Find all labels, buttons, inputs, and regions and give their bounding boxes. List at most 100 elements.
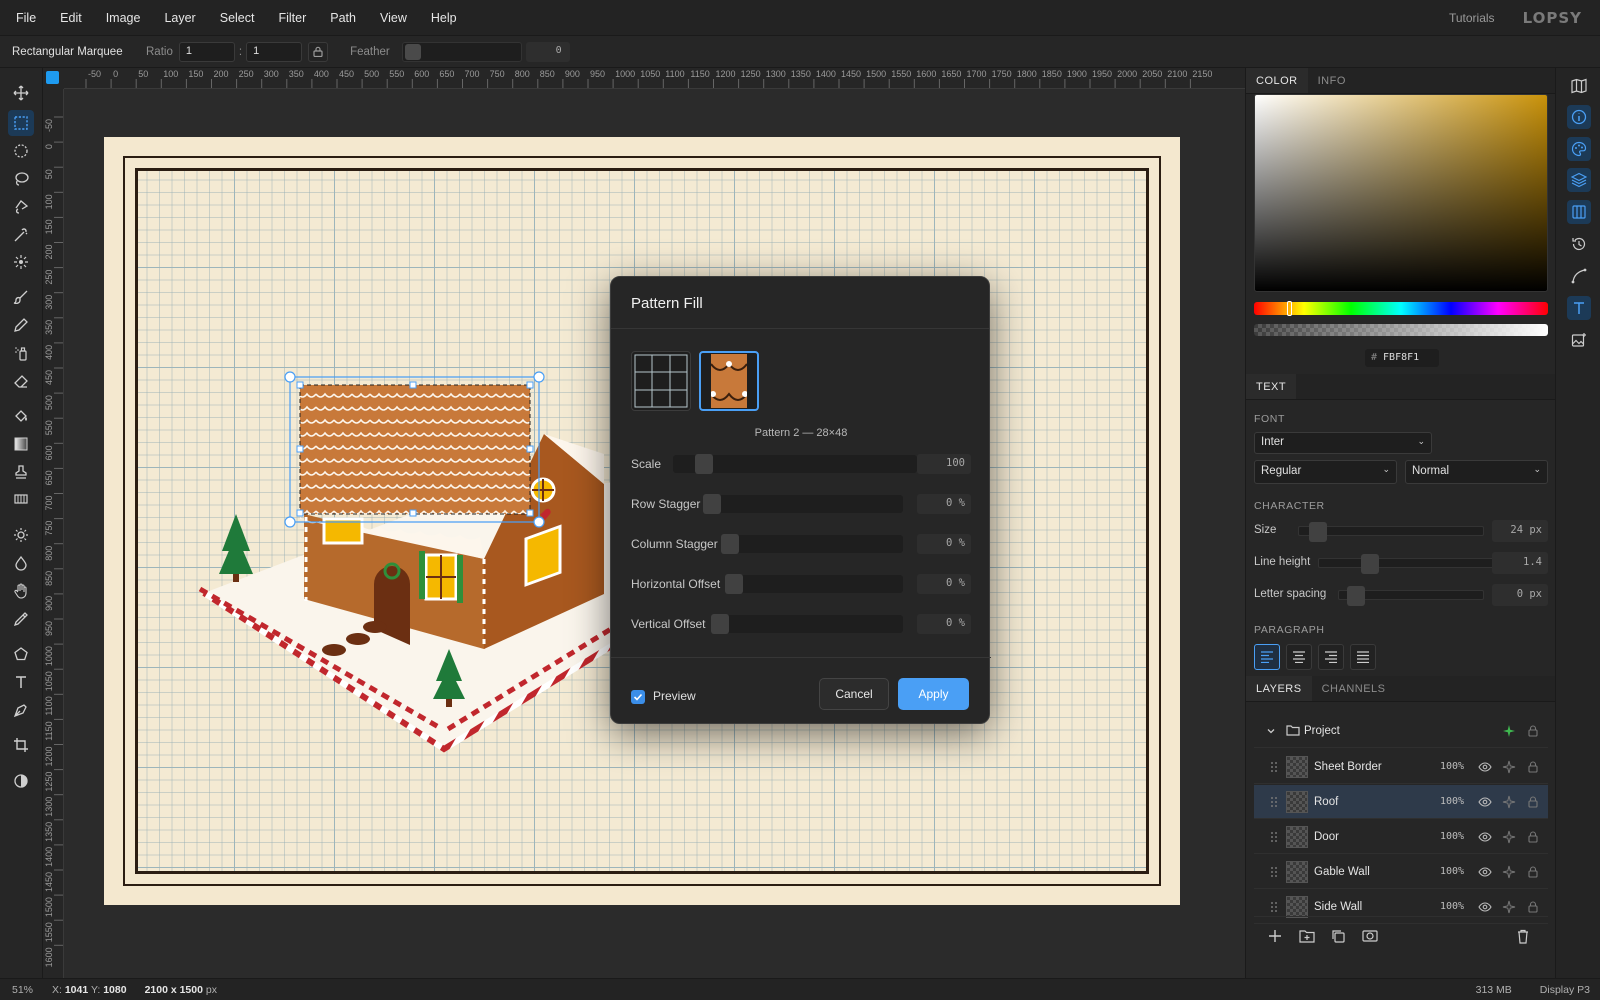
fx-sparkle-icon[interactable] (1502, 900, 1516, 914)
row-stagger-slider[interactable] (703, 494, 903, 514)
layer-group-row[interactable]: Project (1254, 714, 1548, 748)
fx-sparkle-icon[interactable] (1502, 760, 1516, 774)
drag-handle-icon[interactable] (1270, 866, 1278, 878)
move-tool[interactable] (8, 80, 34, 106)
rectangular-marquee-tool[interactable] (8, 110, 34, 136)
preview-checkbox[interactable] (631, 690, 645, 704)
layer-opacity[interactable]: 100% (1440, 866, 1464, 877)
rail-info-button[interactable] (1567, 105, 1591, 129)
lock-icon[interactable] (1526, 724, 1540, 738)
feather-slider[interactable] (401, 41, 522, 62)
blur-tool[interactable] (8, 550, 34, 576)
column-stagger-slider-thumb[interactable] (721, 534, 739, 554)
cancel-button[interactable]: Cancel (819, 678, 889, 710)
dodge-tool[interactable] (8, 522, 34, 548)
rail-image-button[interactable] (1567, 328, 1591, 352)
elliptical-marquee-tool[interactable] (8, 138, 34, 164)
line-height-slider[interactable] (1318, 554, 1500, 574)
font-variant-select[interactable]: Normal ⌄ (1405, 460, 1548, 484)
layer-opacity[interactable]: 100% (1440, 761, 1464, 772)
tab-channels[interactable]: CHANNELS (1312, 676, 1396, 701)
letter-spacing-slider-thumb[interactable] (1347, 586, 1365, 606)
alpha-slider[interactable] (1254, 324, 1548, 336)
tab-layers[interactable]: LAYERS (1246, 676, 1312, 701)
eye-icon[interactable] (1478, 865, 1492, 879)
fx-sparkle-icon[interactable] (1502, 865, 1516, 879)
fx-sparkle-icon[interactable] (1502, 830, 1516, 844)
layer-name[interactable]: Side Wall (1314, 901, 1362, 913)
mask-icon[interactable] (1362, 929, 1378, 943)
layer-opacity[interactable]: 100% (1440, 796, 1464, 807)
layer-row[interactable]: Roof 100% (1254, 785, 1548, 819)
rail-layers-button[interactable] (1567, 168, 1591, 192)
scale-value-input[interactable]: 100 (917, 454, 971, 474)
lasso-tool[interactable] (8, 166, 34, 192)
rail-history-button[interactable] (1567, 232, 1591, 256)
spray-tool[interactable] (8, 340, 34, 366)
vertical-ruler[interactable]: -50 0 50 100 150 200 250 300 350 400 450 500 550 600 6… (43, 89, 64, 978)
pattern-swatch-2[interactable] (699, 351, 759, 411)
hue-slider-thumb[interactable] (1287, 301, 1292, 316)
pencil-tool[interactable] (8, 312, 34, 338)
eraser-tool[interactable] (8, 368, 34, 394)
preview-label[interactable]: Preview (653, 689, 696, 703)
font-size-slider-thumb[interactable] (1309, 522, 1327, 542)
layer-name[interactable]: Sheet Border (1314, 761, 1382, 773)
layer-row[interactable]: Gable Wall 100% (1254, 855, 1548, 889)
add-layer-icon[interactable] (1268, 929, 1282, 943)
eye-icon[interactable] (1478, 830, 1492, 844)
eyedropper-tool[interactable] (8, 606, 34, 632)
menu-filter[interactable]: Filter (266, 0, 318, 36)
tab-color[interactable]: COLOR (1246, 68, 1308, 93)
brush-tool[interactable] (8, 284, 34, 310)
drag-handle-icon[interactable] (1270, 901, 1278, 913)
line-height-input[interactable]: 1.4 (1492, 552, 1548, 574)
zoom-level[interactable]: 51% (0, 984, 44, 996)
fx-sparkle-icon[interactable] (1502, 724, 1516, 738)
hand-tool[interactable] (8, 578, 34, 604)
horizontal-offset-value-input[interactable]: 0 % (917, 574, 971, 594)
tab-text[interactable]: TEXT (1246, 374, 1297, 399)
drag-handle-icon[interactable] (1270, 761, 1278, 773)
column-stagger-slider[interactable] (721, 534, 903, 554)
letter-spacing-slider[interactable] (1338, 586, 1484, 606)
drag-handle-icon[interactable] (1270, 831, 1278, 843)
lock-icon[interactable] (1526, 900, 1540, 914)
gradient-tool[interactable] (8, 431, 34, 457)
drag-handle-icon[interactable] (1270, 796, 1278, 808)
quick-select-tool[interactable] (8, 249, 34, 275)
layer-opacity[interactable]: 100% (1440, 901, 1464, 912)
apply-button[interactable]: Apply (898, 678, 969, 710)
font-size-input[interactable]: 24 px (1492, 520, 1548, 542)
column-stagger-value-input[interactable]: 0 % (917, 534, 971, 554)
horizontal-offset-slider[interactable] (725, 574, 903, 594)
contrast-tool[interactable] (8, 768, 34, 794)
trash-icon[interactable] (1516, 929, 1530, 944)
layer-name[interactable]: Roof (1314, 796, 1338, 808)
font-family-select[interactable]: Inter ⌄ (1254, 432, 1432, 454)
layer-row[interactable]: Door 100% (1254, 820, 1548, 854)
tab-info[interactable]: INFO (1308, 68, 1356, 93)
layer-name[interactable]: Door (1314, 831, 1339, 843)
menu-file[interactable]: File (0, 0, 48, 36)
layer-row[interactable]: Sheet Border 100% (1254, 750, 1548, 784)
hex-value[interactable]: FBF8F1 (1383, 352, 1419, 363)
fx-sparkle-icon[interactable] (1502, 795, 1516, 809)
lock-icon[interactable] (1526, 830, 1540, 844)
chevron-down-icon[interactable] (1266, 726, 1276, 736)
lock-icon[interactable] (1526, 795, 1540, 809)
menu-image[interactable]: Image (94, 0, 153, 36)
color-profile[interactable]: Display P3 (1540, 984, 1590, 996)
ratio-lock-button[interactable] (308, 41, 329, 62)
eye-icon[interactable] (1478, 795, 1492, 809)
duplicate-icon[interactable] (1331, 929, 1345, 943)
row-stagger-value-input[interactable]: 0 % (917, 494, 971, 514)
menu-help[interactable]: Help (419, 0, 469, 36)
stamp-tool[interactable] (8, 459, 34, 485)
menu-select[interactable]: Select (208, 0, 267, 36)
layer-opacity[interactable]: 100% (1440, 831, 1464, 842)
ratio-width-input[interactable]: 1 (178, 41, 235, 62)
hue-slider[interactable] (1254, 301, 1548, 316)
font-style-select[interactable]: Regular ⌄ (1254, 460, 1397, 484)
rail-navigator-button[interactable] (1567, 74, 1591, 98)
